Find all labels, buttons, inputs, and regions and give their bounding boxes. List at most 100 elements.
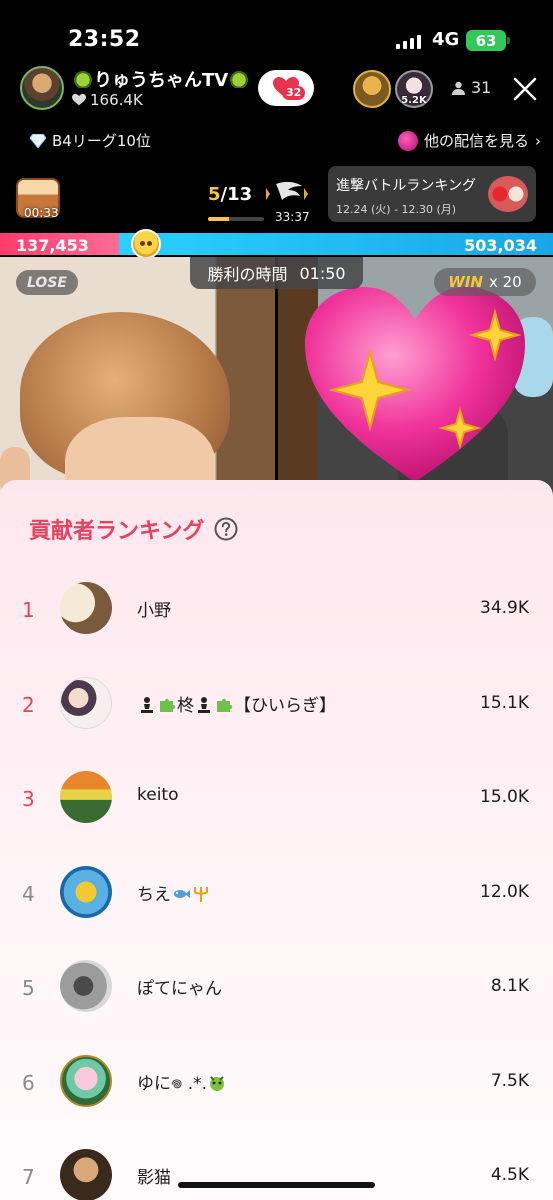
avatar[interactable] [60,582,112,634]
avatar[interactable] [60,865,112,918]
battle-round: 5/13 [208,184,252,205]
host-avatar[interactable] [20,66,64,110]
round-progress-bar [208,217,264,221]
likes-count: 166.4K [90,91,143,109]
rank-number: 2 [22,692,35,717]
network-type: 4G [432,29,460,50]
cellular-signal-icon [396,33,421,49]
contributor-row[interactable]: 7 影猫 4.5K [0,1127,553,1200]
planet-icon [397,130,418,151]
contributor-name-row: ゆに𖦹 .*. [137,1069,227,1094]
chest-timer: 00:33 [24,206,59,220]
contributor-score: 8.1K [490,976,529,996]
avatar[interactable] [60,771,112,823]
home-indicator[interactable] [178,1182,375,1188]
contributor-name: 小野 [137,601,171,621]
wing-icon[interactable] [262,178,312,210]
contributor-row[interactable]: 5 ぽてにゃん 8.1K [0,938,553,1033]
top-viewer-avatar[interactable] [353,70,391,108]
host-name: りゅうちゃんTV [94,70,229,91]
rank-number: 7 [22,1165,35,1189]
win-streak-badge: WIN x 20 [434,268,536,296]
contributor-score: 12.0K [480,881,529,902]
contributor-row[interactable]: 2 柊 【ひいらぎ】 15.1K [0,655,553,750]
league-badge[interactable]: B4リーグ10位 [30,130,151,151]
score-left-value: 137,453 [16,236,89,255]
gift-count: 32 [282,86,306,100]
contributor-name-row: 柊 【ひいらぎ】 [137,691,336,716]
clock: 23:52 [68,27,141,52]
host-likes: 166.4K [72,91,143,109]
other-live-link[interactable]: 他の配信を見る › [397,130,541,151]
avatar[interactable] [60,676,112,729]
battle-ranking-card[interactable]: 進撃バトルランキング 12.24 (火) - 12.30 (月) [328,166,536,222]
victory-time: 01:50 [299,263,346,283]
contributor-name: keito [137,785,179,805]
contributor-row[interactable]: 6 ゆに𖦹 .*. 7.5K [0,1033,553,1128]
victory-label: 勝利の時間 [207,265,288,284]
viewer-count-button[interactable]: 31 [452,78,491,97]
chess-pawn-icon [198,696,210,713]
puzzle-piece-icon [160,698,176,712]
contributor-name: 影猫 [137,1168,171,1188]
win-label: WIN [448,273,483,291]
contributor-name-suffix: 【ひいらぎ】 [234,695,336,716]
contributor-name: ちえ [137,884,171,905]
avatar[interactable] [60,1054,112,1107]
top-viewer-avatar[interactable]: 5.2K [395,70,433,108]
status-bar: 23:52 4G 63 [0,0,553,60]
dragon-icon [210,1075,225,1091]
battery-icon: 63 [466,30,510,51]
help-icon[interactable] [214,517,238,541]
round-progress-fill [208,217,230,221]
round-current: 5 [208,184,221,205]
puzzle-piece-icon [217,698,233,712]
league-label: B4リーグ10位 [52,132,151,150]
contributor-score: 15.1K [480,692,529,713]
score-right-value: 503,034 [464,236,537,255]
sparkling-heart-icon [305,287,525,482]
dragon-icon [72,70,94,88]
chevron-right-icon: › [535,131,541,150]
diamond-icon [30,133,46,148]
contributor-name: 柊 [177,695,194,716]
contributor-score: 4.5K [490,1165,529,1185]
battle-timer: 33:37 [275,210,310,224]
avatar[interactable] [60,960,112,1012]
close-icon[interactable] [512,76,538,102]
rank-number: 1 [22,598,35,622]
rank-number: 4 [22,881,35,906]
victory-time-banner: 勝利の時間 01:50 [190,257,363,289]
contributor-name: ぽてにゃん [137,979,222,999]
dragon-icon [228,70,251,88]
contributor-score: 15.0K [480,787,529,807]
host-name-row[interactable]: りゅうちゃんTV [72,66,251,92]
chess-pawn-icon [141,696,153,713]
gift-badge-button[interactable]: 32 [258,70,314,106]
battery-level: 63 [475,31,497,50]
contributor-name: ゆに𖦹 .*. [137,1073,208,1094]
viewer-count: 31 [471,78,492,97]
contributor-row[interactable]: 4 ちえ 12.0K [0,844,553,939]
heart-icon [72,93,86,106]
trident-icon [194,886,208,902]
contributor-name-row: ちえ [137,880,211,905]
sheet-title: 貢献者ランキング [29,519,205,544]
ranking-card-image [488,176,528,212]
sheet-title-row: 貢献者ランキング [29,513,238,545]
contributor-row[interactable]: 3 keito 15.0K [0,749,553,844]
rank-number: 6 [22,1070,35,1095]
avatar[interactable] [60,1149,112,1200]
sad-face-icon [131,229,161,259]
contributor-row[interactable]: 1 小野 34.9K [0,560,553,655]
contributor-score: 7.5K [490,1070,529,1091]
fish-icon [174,889,190,898]
person-icon [452,81,465,95]
rank-number: 5 [22,976,35,1000]
contributor-ranking-sheet[interactable]: 貢献者ランキング 1 小野 34.9K 2 柊 【ひいらぎ】 15.1K 3 ke… [0,480,553,1200]
contributor-score: 34.9K [480,598,529,618]
rank-number: 3 [22,787,35,811]
top-viewer-label: 5.2K [401,95,427,106]
round-total: /13 [220,184,253,205]
contributor-list: 1 小野 34.9K 2 柊 【ひいらぎ】 15.1K 3 keito 15.0K… [0,560,553,1200]
